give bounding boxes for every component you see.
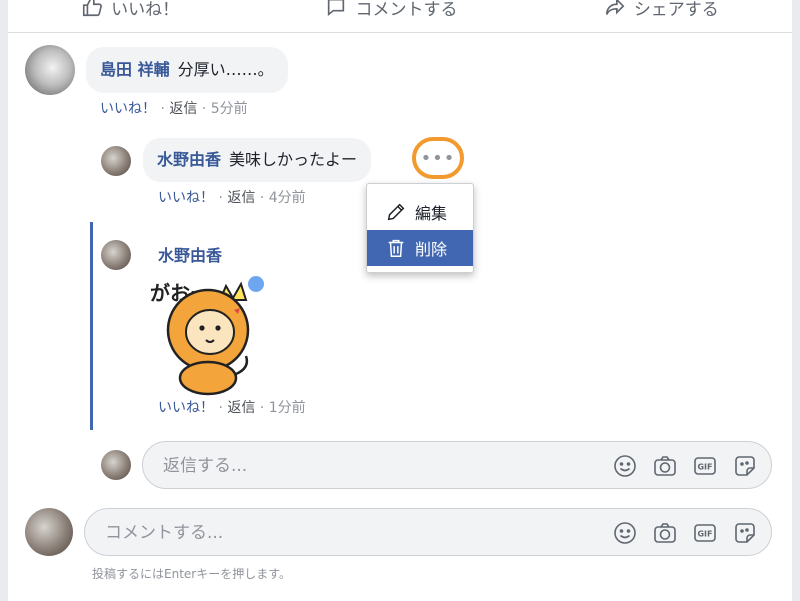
emoji-icon[interactable]	[613, 454, 637, 478]
reply-time[interactable]: 1分前	[269, 400, 306, 416]
more-options-button[interactable]: •••	[412, 137, 464, 179]
comment-bubble: 島田 祥輔 分厚い……。	[86, 47, 288, 93]
avatar	[101, 450, 131, 480]
meta-separator: ·	[255, 400, 269, 416]
meta-separator: ·	[197, 101, 211, 117]
avatar[interactable]	[101, 240, 131, 270]
camera-icon[interactable]	[653, 454, 677, 478]
emoji-icon[interactable]	[613, 521, 637, 545]
avatar[interactable]	[101, 146, 131, 176]
reply-author[interactable]: 水野由香	[158, 242, 222, 266]
reply-meta: いいね！ · 返信 · 1分前	[158, 397, 306, 417]
reply-author[interactable]: 水野由香	[157, 150, 221, 170]
reply-link[interactable]: 返信	[169, 101, 197, 117]
menu-item-label: 削除	[415, 240, 448, 259]
gif-icon[interactable]: GIF	[693, 454, 717, 478]
comment-author[interactable]: 島田 祥輔	[100, 60, 170, 80]
lion-sticker: がおー	[150, 276, 264, 396]
comment-text: 分厚い……。	[177, 60, 274, 79]
share-action-label: シェアする	[633, 0, 719, 20]
post-action-bar: いいね！ コメントする シェアする	[8, 0, 792, 33]
more-options-icon: •••	[420, 147, 456, 169]
comment-meta: いいね！ · 返信 · 5分前	[100, 98, 248, 118]
comment-time[interactable]: 5分前	[211, 101, 248, 117]
comment-input-box[interactable]: GIF	[84, 508, 772, 557]
comment-options-menu: 編集 削除	[366, 183, 474, 273]
camera-icon[interactable]	[653, 521, 677, 545]
svg-text:GIF: GIF	[697, 530, 712, 539]
reply-link[interactable]: 返信	[227, 190, 255, 206]
reply-text: 美味しかったよー	[229, 150, 358, 169]
meta-separator: ·	[255, 190, 269, 206]
enter-hint: 投稿するにはEnterキーを押します。	[92, 567, 292, 581]
gif-icon[interactable]: GIF	[693, 521, 717, 545]
like-action-button[interactable]: いいね！	[81, 0, 179, 20]
menu-item-delete[interactable]: 削除	[367, 230, 473, 266]
reply-input-tools: GIF	[613, 454, 757, 478]
meta-separator: ·	[156, 101, 170, 117]
share-arrow-icon	[605, 0, 625, 15]
sticker-icon[interactable]	[733, 521, 757, 545]
like-link[interactable]: いいね！	[100, 101, 156, 117]
speech-bubble-icon	[328, 0, 345, 17]
svg-text:GIF: GIF	[697, 463, 712, 472]
thumbs-up-icon	[83, 0, 103, 17]
reply-link[interactable]: 返信	[227, 400, 255, 416]
meta-separator: ·	[214, 400, 228, 416]
reply-input[interactable]	[161, 442, 585, 490]
thread-highlight-bar	[90, 222, 93, 430]
menu-item-label: 編集	[415, 204, 448, 223]
sticker-icon[interactable]	[733, 454, 757, 478]
reply-time[interactable]: 4分前	[269, 190, 306, 206]
avatar[interactable]	[25, 45, 75, 95]
menu-item-edit[interactable]: 編集	[367, 194, 473, 230]
avatar	[25, 508, 73, 556]
like-link[interactable]: いいね！	[158, 400, 214, 416]
pencil-icon	[387, 203, 405, 221]
like-action-label: いいね！	[111, 0, 180, 20]
like-link[interactable]: いいね！	[158, 190, 214, 206]
comment-input-tools: GIF	[613, 521, 757, 545]
reply-meta: いいね！ · 返信 · 4分前	[158, 187, 306, 207]
post-card: いいね！ コメントする シェアする 島田 祥輔 分厚い……。 いいね！ · 返信…	[8, 0, 792, 601]
reply-input-box[interactable]: GIF	[142, 441, 772, 490]
comment-input[interactable]	[103, 509, 527, 557]
share-action-button[interactable]: シェアする	[604, 0, 719, 20]
trash-icon	[388, 239, 404, 257]
reply-bubble: 水野由香 美味しかったよー	[143, 138, 372, 182]
comment-action-label: コメントする	[355, 0, 458, 20]
meta-separator: ·	[214, 190, 228, 206]
comment-action-button[interactable]: コメントする	[325, 0, 457, 20]
